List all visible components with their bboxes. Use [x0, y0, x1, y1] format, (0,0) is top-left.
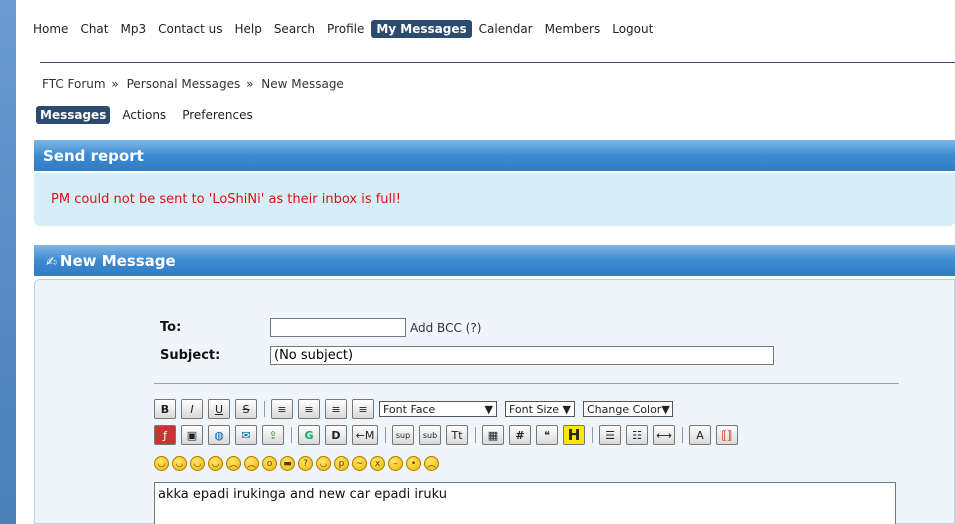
highlight-button[interactable]: H	[563, 425, 585, 445]
table-icon[interactable]: ▦	[482, 425, 504, 445]
dropdown-arrow-icon: ▼	[661, 402, 670, 416]
numbered-list-icon[interactable]: ☷	[626, 425, 648, 445]
tongue-icon[interactable]: p	[334, 456, 349, 471]
dropdown-arrow-icon: ▼	[562, 402, 571, 416]
send-report-panel: PM could not be sent to 'LoShiNi' as the…	[34, 173, 955, 226]
tab-preferences[interactable]: Preferences	[178, 106, 257, 124]
italic-button[interactable]: I	[181, 399, 203, 419]
hyperlink-globe-icon[interactable]: ◍	[208, 425, 230, 445]
email-icon[interactable]: ✉	[235, 425, 257, 445]
align-center-icon[interactable]: ≡	[325, 399, 347, 419]
bullet-list-icon[interactable]: ☰	[599, 425, 621, 445]
toolbar-separator	[385, 427, 386, 443]
toolbar-separator	[264, 401, 265, 417]
smiley-icon[interactable]: ◡	[154, 456, 169, 471]
wink-icon[interactable]: ◡	[172, 456, 187, 471]
toolbar-separator	[475, 427, 476, 443]
remove-format-icon[interactable]: ⟦⟧	[716, 425, 738, 445]
breadcrumb-personal-messages[interactable]: Personal Messages	[127, 77, 241, 91]
subject-label: Subject:	[160, 348, 221, 363]
subscript-button[interactable]: sub	[419, 425, 441, 445]
nav-mp3[interactable]: Mp3	[115, 20, 151, 38]
cool-icon[interactable]: ▬	[280, 456, 295, 471]
nav-divider	[40, 62, 955, 63]
shocked-icon[interactable]: o	[262, 456, 277, 471]
nav-contact-us[interactable]: Contact us	[153, 20, 227, 38]
to-label: To:	[160, 320, 182, 335]
nav-home[interactable]: Home	[28, 20, 73, 38]
font-size-select[interactable]: Font Size ▼	[505, 401, 575, 417]
to-input[interactable]	[270, 318, 406, 337]
dropdown-arrow-icon: ▼	[484, 402, 493, 416]
angry-icon[interactable]: ︵	[226, 456, 241, 471]
horizontal-rule-icon[interactable]: ⟷	[653, 425, 675, 445]
align-justify-icon[interactable]: ≡	[298, 399, 320, 419]
embarrassed-icon[interactable]: ~	[352, 456, 367, 471]
pm-subtabs: Messages Actions Preferences	[36, 106, 257, 124]
align-right-icon[interactable]: ≡	[352, 399, 374, 419]
quote-icon[interactable]: ❝	[536, 425, 558, 445]
new-message-header: ✍ New Message	[34, 245, 955, 276]
send-report-error: PM could not be sent to 'LoShiNi' as the…	[51, 192, 401, 207]
breadcrumb: FTC Forum » Personal Messages » New Mess…	[42, 77, 344, 91]
nav-members[interactable]: Members	[540, 20, 606, 38]
marquee-button[interactable]: ←M	[352, 425, 378, 445]
breadcrumb-separator: »	[111, 77, 119, 91]
tab-messages[interactable]: Messages	[36, 106, 111, 124]
breadcrumb-new-message[interactable]: New Message	[261, 77, 344, 91]
new-message-title: New Message	[59, 252, 176, 270]
huh-icon[interactable]: ?	[298, 456, 313, 471]
form-divider	[154, 383, 899, 384]
subject-input[interactable]	[270, 346, 774, 365]
strikethrough-button[interactable]: S	[235, 399, 257, 419]
align-left-icon[interactable]: ≡	[271, 399, 293, 419]
nav-calendar[interactable]: Calendar	[474, 20, 538, 38]
nav-logout[interactable]: Logout	[607, 20, 658, 38]
change-color-label: Change Color	[587, 402, 662, 416]
smiley-row: ◡ ◡ ◡ ◡ ︵ ︵ o ▬ ? ◡ p ~ x – • ︵	[154, 456, 439, 471]
teletype-button[interactable]: Tt	[446, 425, 468, 445]
sad-icon[interactable]: ︵	[244, 456, 259, 471]
insert-toolbar: ƒ ▣ ◍ ✉ ⇪ G D ←M sup sub Tt ▦ # ❝ H ☰ ☷ …	[154, 425, 743, 445]
toolbar-separator	[682, 427, 683, 443]
font-face-label: Font Face	[383, 402, 436, 416]
font-face-select[interactable]: Font Face ▼	[379, 401, 497, 417]
nav-search[interactable]: Search	[269, 20, 320, 38]
cry-icon[interactable]: ︵	[424, 456, 439, 471]
glow-button[interactable]: G	[298, 425, 320, 445]
formatting-toolbar: B I U S ≡ ≡ ≡ ≡ Font Face ▼ Font Size ▼ Ch…	[154, 399, 681, 419]
flash-icon[interactable]: ƒ	[154, 425, 176, 445]
font-size-label: Font Size	[509, 402, 560, 416]
nav-profile[interactable]: Profile	[322, 20, 369, 38]
cheesy-icon[interactable]: ◡	[190, 456, 205, 471]
breadcrumb-separator: »	[246, 77, 254, 91]
lips-sealed-icon[interactable]: x	[370, 456, 385, 471]
add-bcc-link[interactable]: Add BCC (?)	[410, 321, 481, 335]
tab-actions[interactable]: Actions	[118, 106, 170, 124]
ftp-icon[interactable]: ⇪	[262, 425, 284, 445]
left-background-strip	[0, 0, 16, 524]
toolbar-separator	[592, 427, 593, 443]
grin-icon[interactable]: ◡	[208, 456, 223, 471]
undecided-icon[interactable]: –	[388, 456, 403, 471]
change-color-select[interactable]: Change Color ▼	[583, 401, 673, 417]
image-icon[interactable]: ▣	[181, 425, 203, 445]
shadow-icon[interactable]: D	[325, 425, 347, 445]
nav-help[interactable]: Help	[229, 20, 266, 38]
underline-button[interactable]: U	[208, 399, 230, 419]
bold-button[interactable]: B	[154, 399, 176, 419]
roll-eyes-icon[interactable]: ◡	[316, 456, 331, 471]
font-format-icon[interactable]: A	[689, 425, 711, 445]
main-nav: Home Chat Mp3 Contact us Help Search Pro…	[28, 20, 660, 38]
compose-icon: ✍	[46, 255, 57, 270]
toolbar-separator	[291, 427, 292, 443]
kiss-icon[interactable]: •	[406, 456, 421, 471]
send-report-header: Send report	[34, 140, 955, 171]
nav-my-messages[interactable]: My Messages	[371, 20, 472, 38]
superscript-button[interactable]: sup	[392, 425, 414, 445]
code-button[interactable]: #	[509, 425, 531, 445]
nav-chat[interactable]: Chat	[75, 20, 113, 38]
message-body-textarea[interactable]: akka epadi irukinga and new car epadi ir…	[154, 482, 896, 524]
breadcrumb-forum[interactable]: FTC Forum	[42, 77, 106, 91]
